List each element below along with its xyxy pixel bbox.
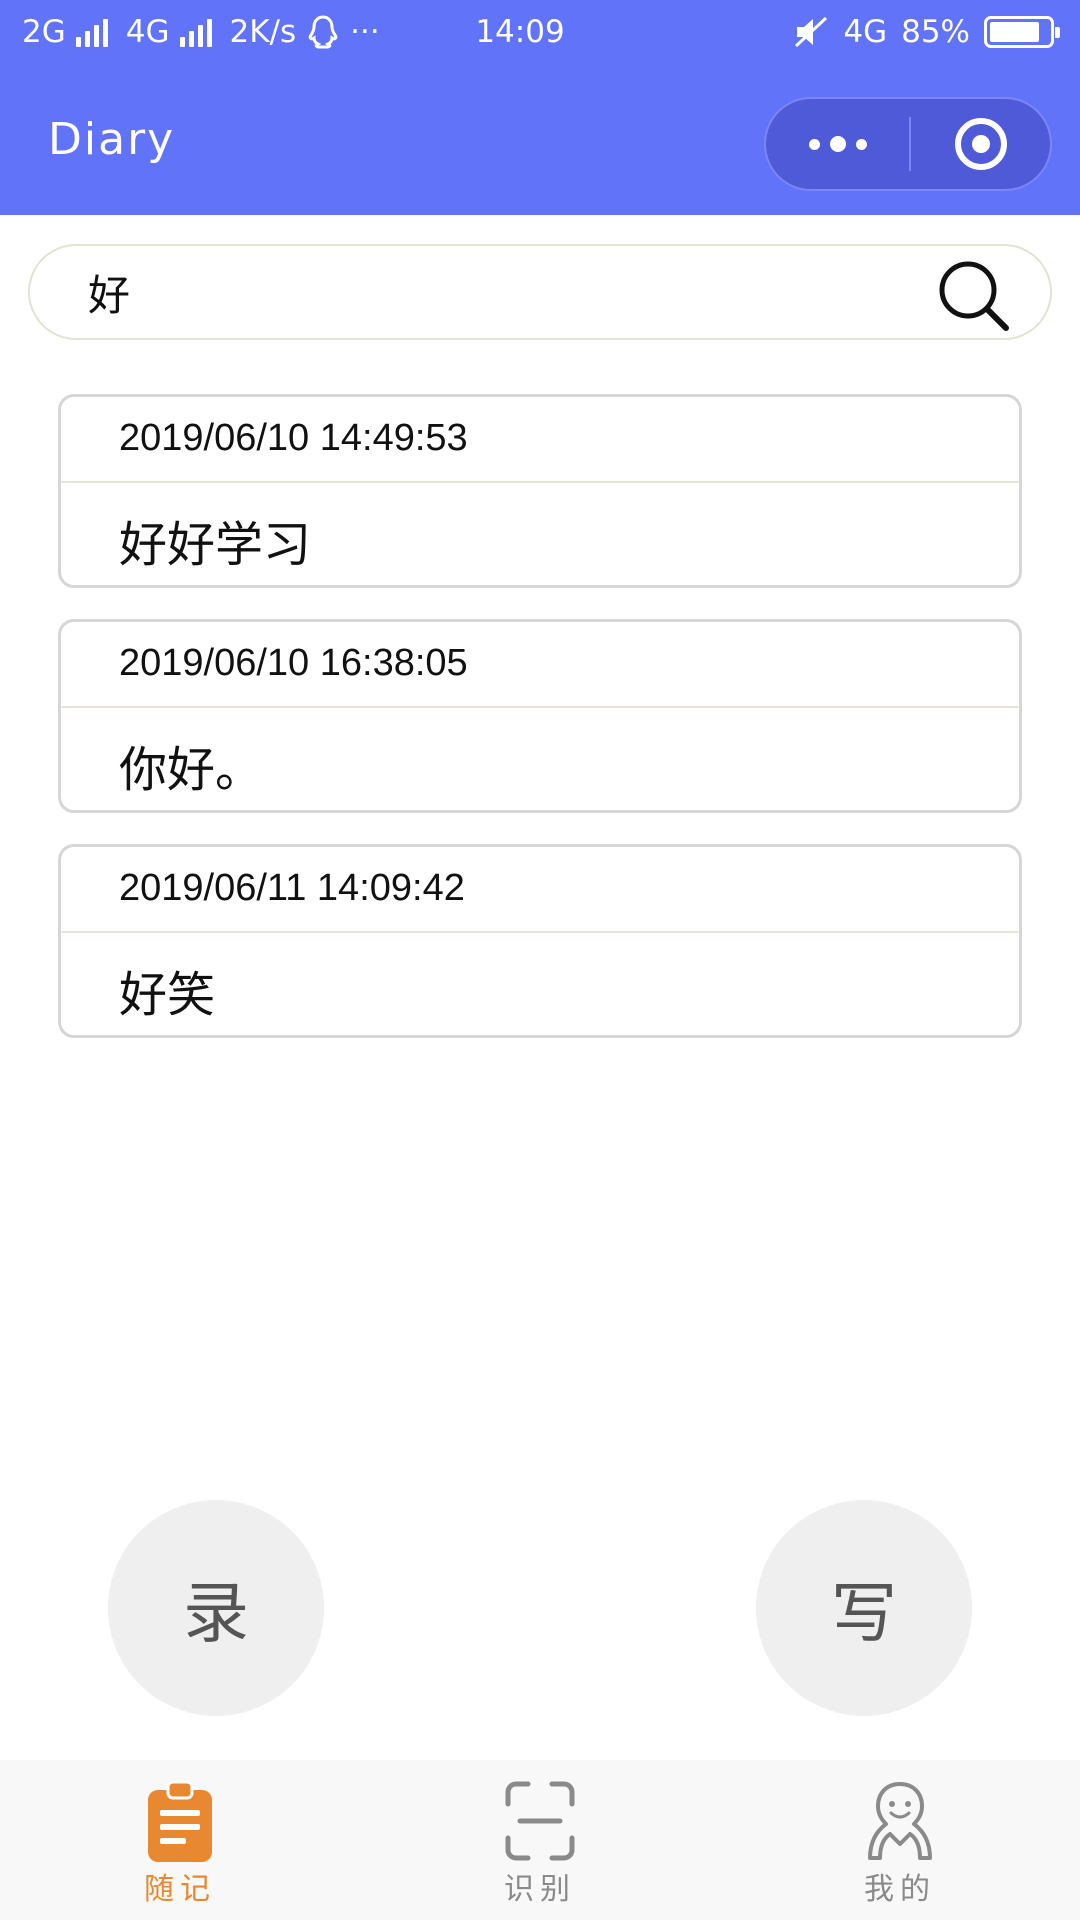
entry-time: 2019/06/10 14:49:53 <box>119 417 468 459</box>
record-button[interactable]: 录 <box>108 1500 324 1716</box>
entry-content: 好好学习 <box>119 517 312 573</box>
search-bar <box>28 244 1052 340</box>
tab-notes[interactable]: 随记 <box>80 1760 280 1920</box>
battery-icon <box>984 16 1060 48</box>
entry-divider <box>61 931 1019 933</box>
mini-program-capsule <box>764 97 1052 191</box>
mute-icon <box>795 16 828 48</box>
tab-label: 识别 <box>504 1872 576 1907</box>
battery-percent: 85% <box>901 14 970 50</box>
tab-bar: 随记 识别 我的 <box>0 1760 1080 1920</box>
entry-time: 2019/06/11 14:09:42 <box>119 867 465 909</box>
target-icon <box>954 118 1007 170</box>
clipboard-icon <box>148 1780 212 1862</box>
search-input[interactable] <box>88 262 908 322</box>
tab-profile[interactable]: 我的 <box>800 1760 1000 1920</box>
write-button[interactable]: 写 <box>756 1500 972 1716</box>
status-right: 4G 85% <box>793 14 1060 50</box>
tab-label: 随记 <box>144 1872 216 1907</box>
network-type-3: 4G <box>843 14 888 50</box>
scan-icon <box>505 1781 575 1861</box>
tab-label: 我的 <box>864 1872 936 1907</box>
close-button[interactable] <box>911 99 1050 189</box>
person-icon <box>868 1782 932 1860</box>
entry-content: 好笑 <box>119 967 216 1023</box>
more-button[interactable] <box>766 99 909 189</box>
nav-bar: Diary <box>0 74 1080 215</box>
page-title: Diary <box>48 114 176 165</box>
search-icon[interactable] <box>930 256 1020 336</box>
tab-recognize[interactable]: 识别 <box>440 1760 640 1920</box>
entry-content: 你好。 <box>119 742 264 798</box>
diary-entry-card[interactable]: 2019/06/10 16:38:05 你好。 <box>58 619 1022 813</box>
diary-entry-card[interactable]: 2019/06/10 14:49:53 好好学习 <box>58 394 1022 588</box>
status-bar: 2G 4G 2K/s ··· 14:09 4G 85% <box>0 0 1080 74</box>
entry-divider <box>61 706 1019 708</box>
more-dot-icon <box>829 136 846 152</box>
more-dot-icon <box>808 138 820 150</box>
more-dot-icon <box>855 138 867 150</box>
diary-entry-card[interactable]: 2019/06/11 14:09:42 好笑 <box>58 844 1022 1038</box>
entry-time: 2019/06/10 16:38:05 <box>119 642 468 684</box>
entry-divider <box>61 481 1019 483</box>
